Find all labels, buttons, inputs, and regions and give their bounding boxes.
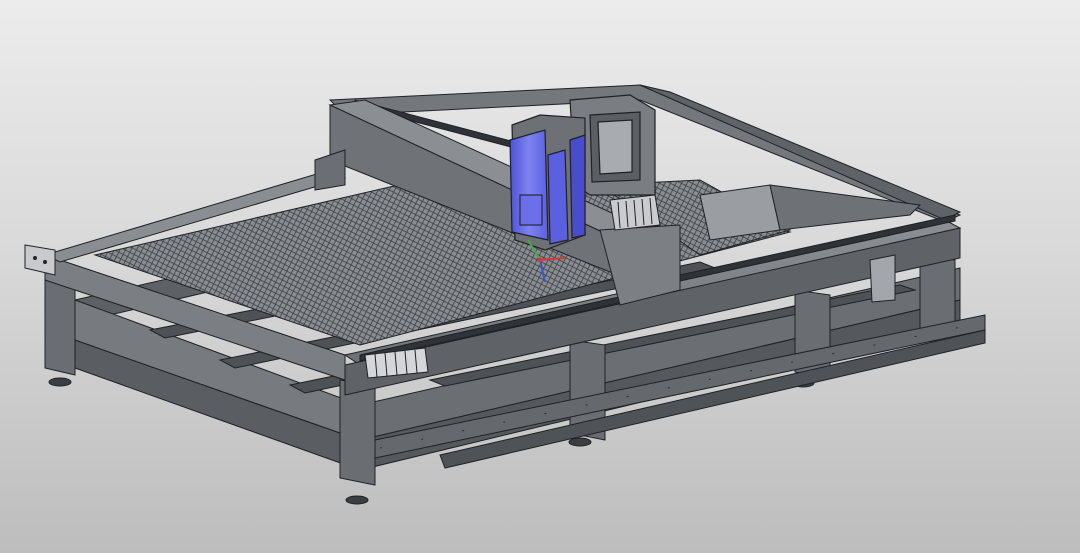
gantry-sensor-block (609, 194, 661, 231)
end-bracket (24, 244, 56, 276)
cutting-head[interactable] (509, 114, 586, 251)
3d-viewport[interactable] (0, 0, 1080, 553)
side-panel (869, 254, 896, 303)
machine-model-canvas[interactable] (0, 0, 1080, 553)
